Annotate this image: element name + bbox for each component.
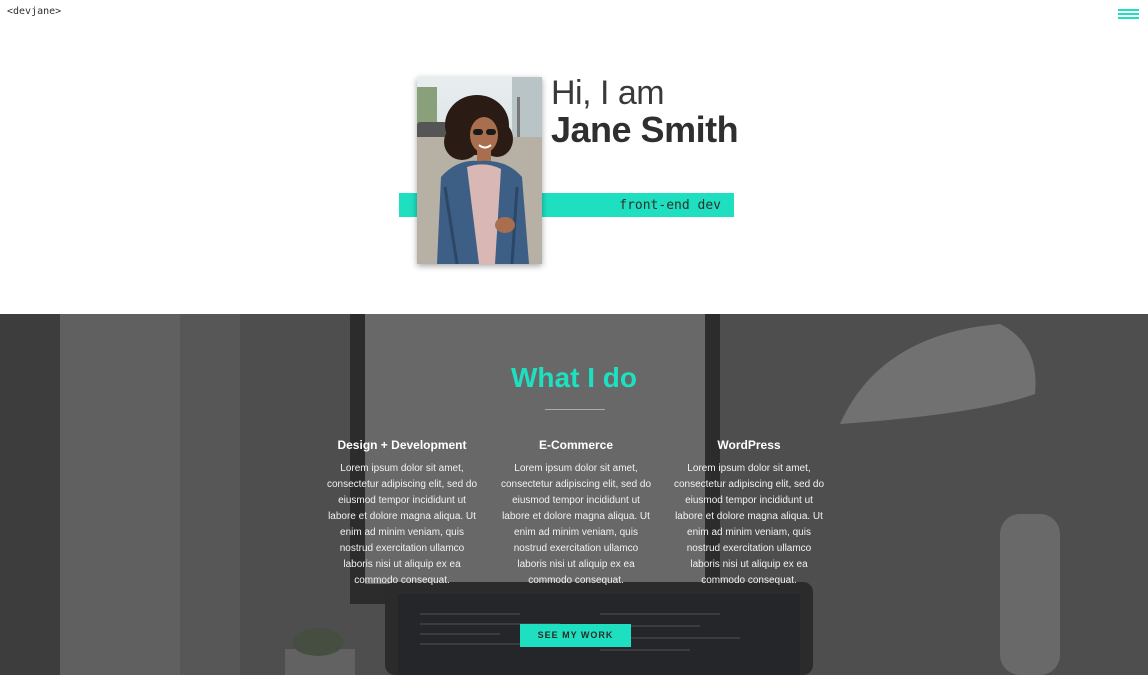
hero-section: front-end dev Hi, I am Jane Smith (0, 0, 1148, 314)
service-card: Design + Development Lorem ipsum dolor s… (325, 438, 479, 589)
service-card: WordPress Lorem ipsum dolor sit amet, co… (672, 438, 826, 589)
service-heading: Design + Development (337, 438, 467, 452)
role-label: front-end dev (619, 198, 721, 213)
hero-greeting: Hi, I am (551, 74, 665, 112)
service-description: Lorem ipsum dolor sit amet, consectetur … (326, 463, 478, 586)
service-heading: WordPress (717, 438, 781, 452)
service-description: Lorem ipsum dolor sit amet, consectetur … (500, 463, 652, 586)
see-my-work-button[interactable]: SEE MY WORK (520, 624, 631, 647)
service-description: Lorem ipsum dolor sit amet, consectetur … (673, 463, 825, 586)
services-section: What I do Design + Development Lorem ips… (0, 314, 1148, 675)
profile-photo (417, 77, 542, 264)
title-divider (545, 409, 605, 410)
service-card: E-Commerce Lorem ipsum dolor sit amet, c… (499, 438, 653, 589)
services-title: What I do (511, 362, 637, 393)
service-heading: E-Commerce (538, 438, 614, 452)
hero-name: Jane Smith (551, 109, 739, 150)
